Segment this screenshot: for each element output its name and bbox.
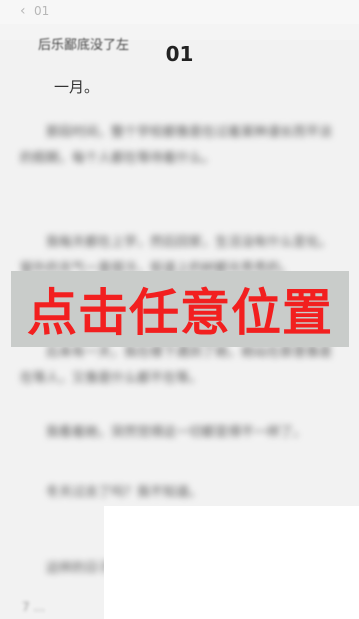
chevron-left-icon[interactable]: ‹ — [20, 3, 26, 19]
tap-anywhere-label: 点击任意位置 — [27, 284, 333, 342]
tap-anywhere-overlay[interactable]: 点击任意位置 — [11, 271, 349, 347]
chapter-first-line: 一月。 — [54, 78, 100, 96]
chapter-title: 01 — [165, 42, 194, 66]
blurred-paragraph: 那段时间，整个学校都像是在过着某种漫长而平淡的假期，每个人都在等待着什么。 — [20, 125, 333, 166]
top-nav-bar: ‹ 01 — [0, 0, 359, 24]
blurred-paragraph: 我看着她，突然觉得这一切都变得不一样了。 — [46, 425, 307, 440]
blank-panel — [104, 506, 359, 619]
page-footer-text: 7 ... — [22, 600, 45, 614]
blurred-paragraph: 冬天过去了吗？我不知道。 — [46, 485, 203, 500]
blurred-paragraph: 后来有一天，我在楼下遇到了她，她站在那里像是在等人，又像是什么都不在等。 — [20, 345, 333, 386]
nav-chapter-label: 01 — [34, 4, 50, 18]
